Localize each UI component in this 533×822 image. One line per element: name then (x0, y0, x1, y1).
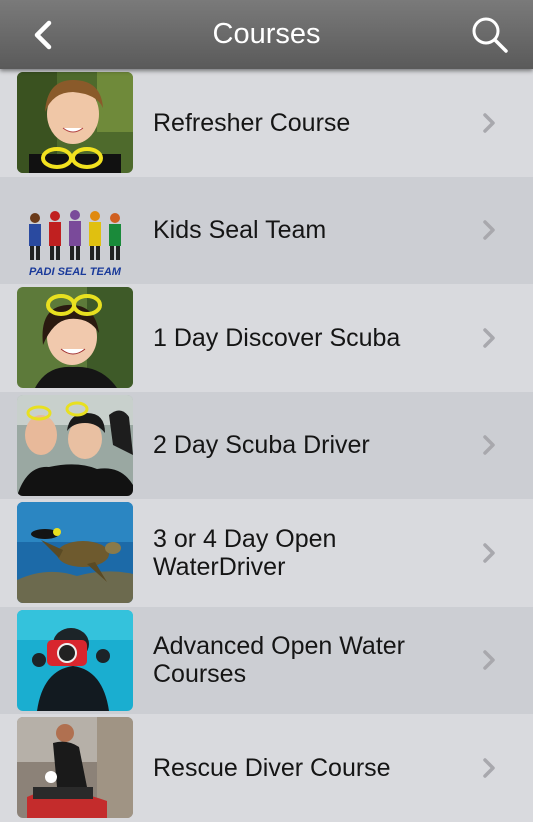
chevron-right-icon (483, 758, 495, 778)
chevron-right-icon (483, 113, 495, 133)
course-label: Rescue Diver Course (153, 753, 391, 782)
logo-text: PADI SEAL TEAM (29, 266, 122, 278)
chevron-right-icon (483, 328, 495, 348)
woman-with-dive-mask-photo (17, 72, 133, 173)
course-row-scuba-driver[interactable]: 2 Day Scuba Driver (0, 391, 533, 499)
chevron-right-icon (483, 543, 495, 563)
chevron-right-icon (483, 650, 495, 670)
course-list: Refresher Course PADI SEAL TEAM Kids Sea… (0, 69, 533, 822)
divers-group-photo (17, 394, 133, 496)
search-button[interactable] (465, 12, 515, 58)
course-row-rescue-diver[interactable]: Rescue Diver Course (0, 714, 533, 822)
underwater-turtle-photo (17, 502, 133, 603)
search-icon (472, 17, 508, 53)
page-title: Courses (212, 18, 321, 50)
nav-bar: Courses (0, 0, 533, 69)
course-label: Refresher Course (153, 108, 351, 137)
course-row-refresher[interactable]: Refresher Course (0, 69, 533, 177)
smiling-diver-photo (17, 287, 133, 388)
chevron-right-icon (483, 220, 495, 240)
course-label: Kids Seal Team (153, 216, 327, 245)
course-row-discover-scuba[interactable]: 1 Day Discover Scuba (0, 284, 533, 392)
underwater-camera-diver-photo (17, 609, 133, 711)
rescue-training-photo (17, 717, 133, 818)
course-row-kids-seal-team[interactable]: PADI SEAL TEAM Kids Seal Team (0, 176, 533, 284)
course-label: 1 Day Discover Scuba (153, 323, 401, 352)
course-row-advanced-open-water[interactable]: Advanced Open Water Courses (0, 606, 533, 714)
course-label: 2 Day Scuba Driver (153, 431, 370, 460)
course-label: 3 or 4 Day Open WaterDriver (153, 524, 337, 581)
course-row-open-water[interactable]: 3 or 4 Day Open WaterDriver (0, 499, 533, 607)
padi-seal-team-logo: PADI SEAL TEAM (17, 179, 133, 281)
chevron-right-icon (483, 435, 495, 455)
course-label: Advanced Open Water Courses (153, 632, 405, 689)
